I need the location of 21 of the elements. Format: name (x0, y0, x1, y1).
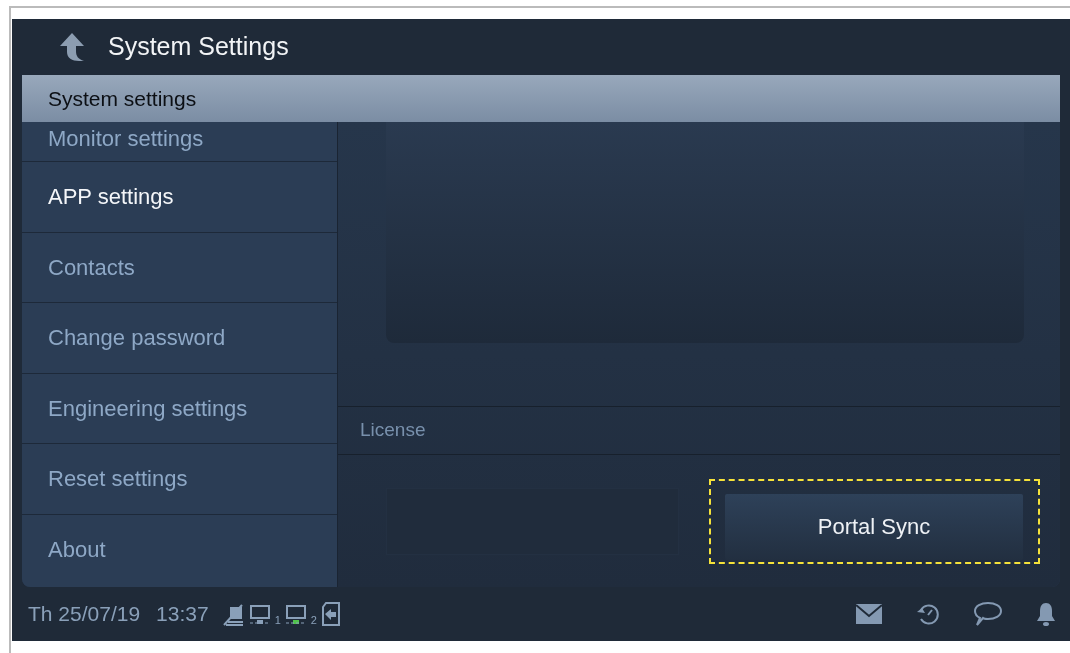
section-title: System settings (48, 85, 197, 112)
monitor-number: 2 (310, 615, 317, 626)
bell-icon[interactable] (1036, 602, 1056, 626)
pen-slash-icon (222, 604, 245, 626)
portal-sync-button[interactable]: Portal Sync (725, 493, 1023, 560)
time-text: 13:37 (156, 601, 209, 628)
history-icon[interactable] (916, 602, 940, 626)
page-title: System Settings (108, 31, 289, 63)
license-label: License (360, 418, 426, 443)
sidebar-item[interactable]: About (22, 514, 337, 585)
sidebar-item[interactable]: Monitor settings (22, 122, 337, 162)
date-text: Th 25/07/19 (28, 601, 141, 628)
sidebar-item[interactable]: Change password (22, 303, 337, 374)
mail-icon[interactable] (856, 604, 882, 624)
chat-bubble-icon[interactable] (974, 602, 1002, 626)
sidebar-item[interactable]: Contacts (22, 232, 337, 303)
sidebar-item[interactable]: Reset settings (22, 444, 337, 515)
monitor-number: 1 (274, 615, 281, 626)
back-arrow-icon[interactable] (58, 32, 86, 62)
sidebar-item[interactable]: APP settings (22, 162, 337, 233)
sidebar-item[interactable]: Engineering settings (22, 373, 337, 444)
